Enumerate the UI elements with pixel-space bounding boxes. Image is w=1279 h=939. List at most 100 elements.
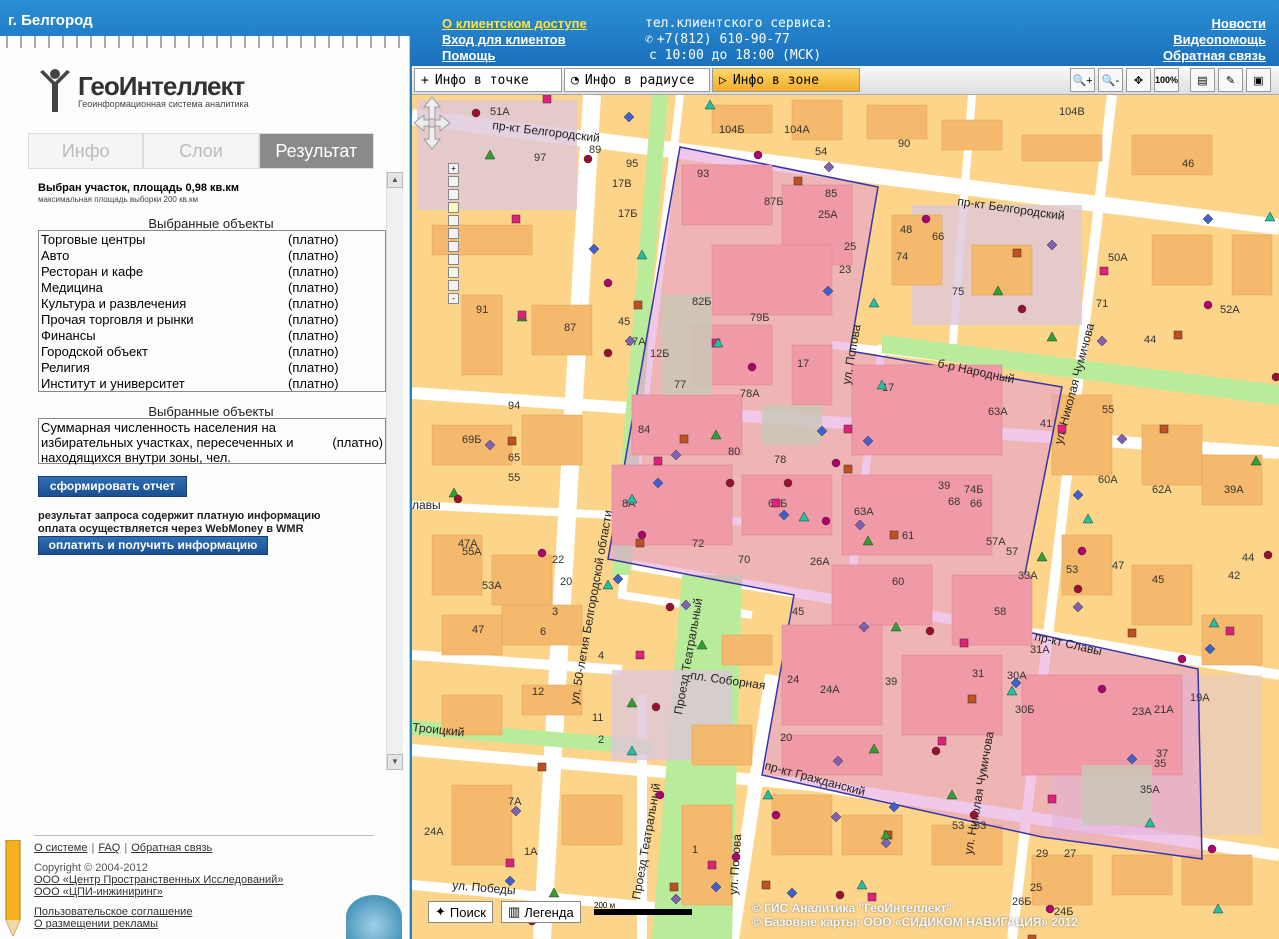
poi-marker-icon[interactable] xyxy=(1173,330,1183,340)
footer-feedback-link[interactable]: Обратная связь xyxy=(131,842,212,854)
poi-marker-icon[interactable] xyxy=(517,310,527,320)
info-zone-button[interactable]: ▷ Инфо в зоне xyxy=(712,68,860,92)
legend-button[interactable]: ▥ Легенда xyxy=(500,901,581,923)
poi-marker-icon[interactable] xyxy=(655,790,665,800)
poi-marker-icon[interactable] xyxy=(835,890,845,900)
poi-marker-icon[interactable] xyxy=(635,650,645,660)
zoom-step[interactable] xyxy=(448,189,459,200)
poi-marker-icon[interactable] xyxy=(1271,372,1279,382)
poi-marker-icon[interactable] xyxy=(1047,794,1057,804)
poi-marker-icon[interactable] xyxy=(669,882,679,892)
poi-marker-icon[interactable] xyxy=(771,810,781,820)
info-point-button[interactable]: + Инфо в точке xyxy=(414,68,562,92)
poi-marker-icon[interactable] xyxy=(1159,424,1169,434)
poi-marker-icon[interactable] xyxy=(603,278,613,288)
poi-marker-icon[interactable] xyxy=(1097,684,1107,694)
poi-marker-icon[interactable] xyxy=(1263,550,1273,560)
result-scrollbar[interactable]: ▲ ▼ xyxy=(386,172,403,770)
poi-marker-icon[interactable] xyxy=(747,362,757,372)
pan-control-icon[interactable] xyxy=(412,95,452,155)
scroll-up-icon[interactable]: ▲ xyxy=(387,172,403,188)
poi-marker-icon[interactable] xyxy=(603,348,613,358)
poi-marker-icon[interactable] xyxy=(537,548,547,558)
poi-marker-icon[interactable] xyxy=(771,498,781,508)
poi-marker-icon[interactable] xyxy=(637,530,647,540)
zoom-step[interactable] xyxy=(448,176,459,187)
zoom-minus-icon[interactable]: - xyxy=(448,293,459,304)
poi-marker-icon[interactable] xyxy=(651,702,661,712)
poi-marker-icon[interactable] xyxy=(511,214,521,224)
poi-marker-icon[interactable] xyxy=(761,880,771,890)
poi-marker-icon[interactable] xyxy=(542,95,552,104)
zoom-step[interactable] xyxy=(448,215,459,226)
poi-marker-icon[interactable] xyxy=(1225,626,1235,636)
zoom-step[interactable] xyxy=(448,254,459,265)
poi-marker-icon[interactable] xyxy=(921,214,931,224)
info-radius-button[interactable]: ◔ Инфо в радиусе xyxy=(564,68,710,92)
faq-link[interactable]: FAQ xyxy=(98,842,120,854)
about-link[interactable]: О системе xyxy=(34,842,87,854)
poi-marker-icon[interactable] xyxy=(1099,266,1109,276)
poi-marker-icon[interactable] xyxy=(725,478,735,488)
logo[interactable]: ГеоИнтеллект Геоинформационная система а… xyxy=(38,68,249,114)
zoom-step[interactable] xyxy=(448,267,459,278)
ads-link[interactable]: О размещении рекламы xyxy=(34,918,374,930)
poi-marker-icon[interactable] xyxy=(783,478,793,488)
poi-marker-icon[interactable] xyxy=(471,108,481,118)
org-link-1[interactable]: ООО «Центр Пространственных Исследований… xyxy=(34,874,374,886)
help-link[interactable]: Помощь xyxy=(442,48,587,64)
poi-marker-icon[interactable] xyxy=(959,638,969,648)
fullscreen-icon[interactable]: ▣ xyxy=(1246,68,1271,92)
poi-marker-icon[interactable] xyxy=(821,516,831,526)
poi-marker-icon[interactable] xyxy=(633,300,643,310)
poi-marker-icon[interactable] xyxy=(653,456,663,466)
poi-marker-icon[interactable] xyxy=(635,538,645,548)
video-help-link[interactable]: Видеопомощь xyxy=(1163,32,1266,48)
client-access-link[interactable]: О клиентском доступе xyxy=(442,16,587,32)
poi-marker-icon[interactable] xyxy=(1207,844,1217,854)
poi-marker-icon[interactable] xyxy=(1012,248,1022,258)
poi-marker-icon[interactable] xyxy=(507,436,517,446)
pay-button[interactable]: оплатить и получить информацию xyxy=(38,536,268,555)
poi-marker-icon[interactable] xyxy=(793,176,803,186)
poi-marker-icon[interactable] xyxy=(453,494,463,504)
search-button[interactable]: ✦ Поиск xyxy=(428,901,493,923)
zoom-100-button[interactable]: 100% xyxy=(1154,68,1179,92)
map-view[interactable]: пр-кт Белгородский пр-кт Белгородский б-… xyxy=(412,95,1279,939)
poi-marker-icon[interactable] xyxy=(1017,304,1027,314)
ruler-icon[interactable]: ▤ xyxy=(1190,68,1215,92)
poi-marker-icon[interactable] xyxy=(831,458,841,468)
poi-marker-icon[interactable] xyxy=(1073,584,1083,594)
zoom-out-icon[interactable]: 🔍- xyxy=(1098,68,1123,92)
zoom-slider[interactable]: + - xyxy=(448,163,460,306)
feedback-link[interactable]: Обратная связь xyxy=(1163,48,1266,64)
poi-marker-icon[interactable] xyxy=(665,602,675,612)
tab-layers[interactable]: Слои xyxy=(143,133,259,169)
poi-marker-icon[interactable] xyxy=(707,860,717,870)
poi-marker-icon[interactable] xyxy=(505,858,515,868)
poi-marker-icon[interactable] xyxy=(937,736,947,746)
poi-marker-icon[interactable] xyxy=(867,892,877,902)
scroll-down-icon[interactable]: ▼ xyxy=(387,754,403,770)
poi-marker-icon[interactable] xyxy=(1177,654,1187,664)
poi-marker-icon[interactable] xyxy=(1057,424,1067,434)
pan-icon[interactable]: ✥ xyxy=(1126,68,1151,92)
tab-result[interactable]: Результат xyxy=(258,133,374,169)
poi-marker-icon[interactable] xyxy=(967,694,977,704)
zoom-step[interactable] xyxy=(448,228,459,239)
poi-marker-icon[interactable] xyxy=(1077,546,1087,556)
client-login-link[interactable]: Вход для клиентов xyxy=(442,32,587,48)
poi-marker-icon[interactable] xyxy=(969,810,979,820)
poi-marker-icon[interactable] xyxy=(889,530,899,540)
zoom-in-icon[interactable]: 🔍+ xyxy=(1070,68,1095,92)
poi-marker-icon[interactable] xyxy=(843,424,853,434)
poi-marker-icon[interactable] xyxy=(931,746,941,756)
zoom-step[interactable] xyxy=(448,280,459,291)
poi-marker-icon[interactable] xyxy=(1027,934,1037,939)
zoom-plus-icon[interactable]: + xyxy=(448,163,459,174)
map-canvas[interactable]: пр-кт Белгородский пр-кт Белгородский б-… xyxy=(412,95,1279,939)
poi-marker-icon[interactable] xyxy=(1203,300,1213,310)
clear-icon[interactable]: ✎ xyxy=(1218,68,1243,92)
poi-marker-icon[interactable] xyxy=(925,626,935,636)
poi-marker-icon[interactable] xyxy=(679,434,689,444)
